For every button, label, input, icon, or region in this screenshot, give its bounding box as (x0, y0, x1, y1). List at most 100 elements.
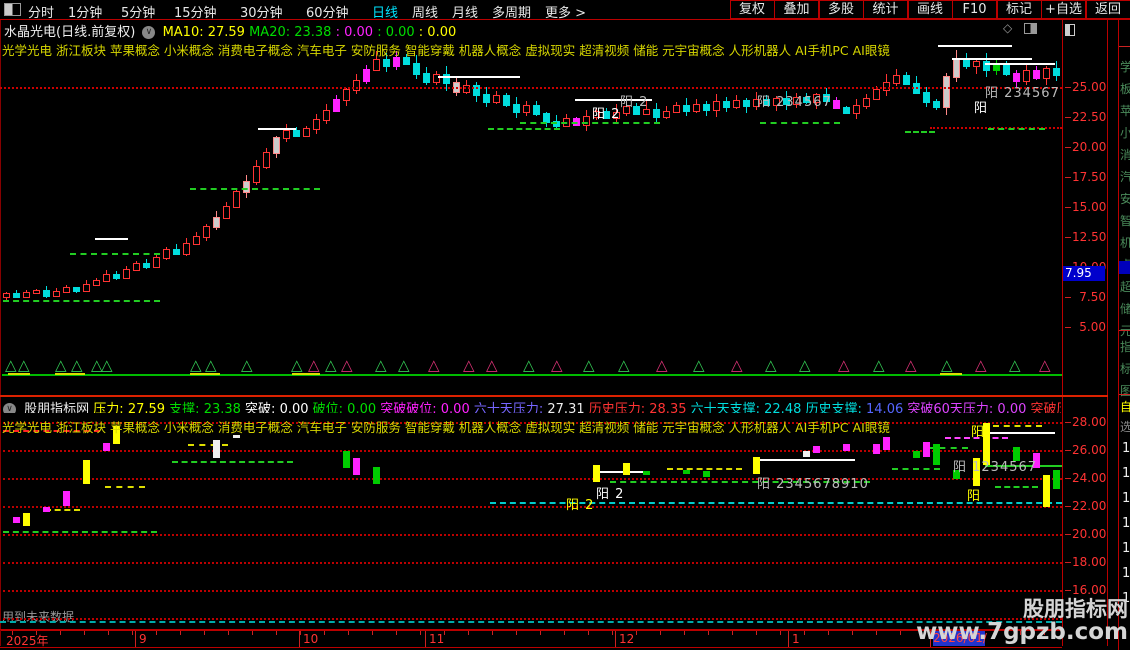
strip-tab-self-select[interactable]: 自 (1120, 398, 1130, 415)
period-tab-15分钟[interactable]: 15分钟 (174, 2, 217, 21)
toolbar-button-标记[interactable]: 标记 (996, 0, 1042, 19)
toolbar-button-统计[interactable]: 统计 (863, 0, 908, 19)
signal-label: 阳 2 (592, 107, 621, 122)
candle-body (413, 63, 420, 75)
timeline-separator (299, 631, 300, 647)
chart-line (488, 128, 560, 130)
candle-body (333, 99, 340, 112)
timeline-separator (135, 631, 136, 647)
candle-body (93, 280, 100, 286)
main-axis-label: 12.50 (1072, 230, 1107, 244)
indicator-axis-label: 24.00 (1072, 471, 1107, 485)
timeline-tick (900, 631, 901, 635)
candle-body (1033, 70, 1040, 80)
strip-char: 机 (1120, 234, 1130, 251)
indicator-label: 六十天支撑: (686, 402, 765, 413)
signal-triangle: △ (486, 356, 498, 374)
candle-body (1053, 67, 1060, 76)
indicator-value: 28.35 (649, 402, 687, 413)
toolbar-button-自选[interactable]: +自选 (1041, 0, 1086, 19)
candle-body (123, 269, 130, 279)
period-tab-60分钟[interactable]: 60分钟 (306, 2, 349, 21)
period-tab-月线[interactable]: 月线 (452, 2, 478, 21)
timeline-separator (788, 631, 789, 647)
timeline-label: 1 (792, 632, 800, 646)
signal-triangle: △ (905, 356, 917, 374)
signal-triangle: △ (101, 356, 113, 374)
candle-body (143, 263, 150, 268)
window-layout-icon[interactable] (4, 3, 21, 16)
right-sidebar-strip[interactable]: 学板苹小消汽安智机虚超储元指标图自选1111111 (1118, 20, 1130, 650)
stock-title: 水晶光电(日线.前复权) (4, 25, 136, 40)
ma-value: : 0.00 (418, 25, 457, 40)
timeline-tick (324, 631, 325, 635)
indicator-label: 历史支撑: (801, 402, 867, 413)
toolbar-button-多股[interactable]: 多股 (818, 0, 864, 19)
toolbar-button-F10[interactable]: F10 (952, 0, 997, 19)
main-concept-tags: 光学光电 浙江板块 苹果概念 小米概念 消费电子概念 汽车电子 安防服务 智能穿… (2, 43, 890, 58)
chart-line (755, 459, 855, 461)
candle-body (73, 287, 80, 292)
signal-triangle: △ (398, 356, 410, 374)
signal-triangle: △ (731, 356, 743, 374)
candle-body (713, 101, 720, 111)
indicator-value: 14.06 (866, 402, 904, 413)
strip-char: 小 (1120, 124, 1130, 141)
strip-quote-digit: 1 (1122, 466, 1130, 481)
candle-body (733, 100, 740, 109)
timeline[interactable]: 2025年 9 10 11 12 1 2026/01/ (0, 630, 1062, 648)
mini-panel-icon[interactable] (1065, 24, 1075, 36)
chart-line (3, 618, 1062, 620)
signal-triangle: △ (799, 356, 811, 374)
strip-divider (1119, 394, 1130, 395)
signal-triangle: △ (941, 356, 953, 374)
toolbar-button-返回[interactable]: 返回 (1085, 0, 1130, 19)
toolbar-button-叠加[interactable]: 叠加 (774, 0, 819, 19)
candle-body (503, 95, 510, 106)
chart-line (940, 373, 962, 375)
signal-triangle: △ (463, 356, 475, 374)
timeline-tick (804, 631, 805, 635)
signal-label: 阳 234567 (757, 95, 832, 110)
axis-tick (1065, 207, 1071, 208)
period-tab-更多[interactable]: 更多 > (545, 2, 586, 21)
signal-label: 阳 2345678910 (757, 477, 869, 492)
period-tab-30分钟[interactable]: 30分钟 (240, 2, 283, 21)
strip-quote-digit: 1 (1122, 566, 1130, 581)
timeline-tick (852, 631, 853, 635)
timeline-label: 9 (139, 632, 147, 646)
timeline-tick (372, 631, 373, 635)
indicator-bar (753, 457, 760, 474)
indicator-value: 0.00 (997, 402, 1027, 413)
timeline-tick (660, 631, 661, 635)
candle-body (133, 263, 140, 272)
period-tab-分时[interactable]: 分时 (28, 2, 54, 21)
timeline-tick (732, 631, 733, 635)
diamond-icon[interactable]: ◇ (1003, 21, 1012, 35)
split-pane-icon[interactable] (1024, 23, 1037, 34)
candle-body (933, 101, 940, 109)
period-tab-日线[interactable]: 日线 (372, 2, 398, 21)
period-tab-多周期[interactable]: 多周期 (492, 2, 531, 21)
indicator-bar (703, 471, 710, 477)
indicator-bar (13, 517, 20, 523)
candle-body (153, 257, 160, 268)
main-axis-label: 5.00 (1079, 320, 1106, 334)
timeline-tick (132, 631, 133, 635)
toolbar-button-复权[interactable]: 复权 (729, 0, 775, 19)
collapse-chevron-icon[interactable]: ∨ (3, 403, 16, 413)
candle-body (43, 289, 50, 297)
signal-triangle: △ (551, 356, 563, 374)
candle-body (283, 130, 290, 140)
toolbar-button-画线[interactable]: 画线 (907, 0, 953, 19)
signal-triangle: △ (341, 356, 353, 374)
period-tab-5分钟[interactable]: 5分钟 (121, 2, 155, 21)
axis-tick (1065, 534, 1071, 535)
signal-triangle: △ (1039, 356, 1051, 374)
candle-body (843, 107, 850, 115)
timeline-tick (708, 631, 709, 635)
signal-triangle: △ (656, 356, 668, 374)
period-tab-周线[interactable]: 周线 (412, 2, 438, 21)
period-tab-1分钟[interactable]: 1分钟 (68, 2, 102, 21)
strip-char: 标 (1120, 360, 1130, 377)
